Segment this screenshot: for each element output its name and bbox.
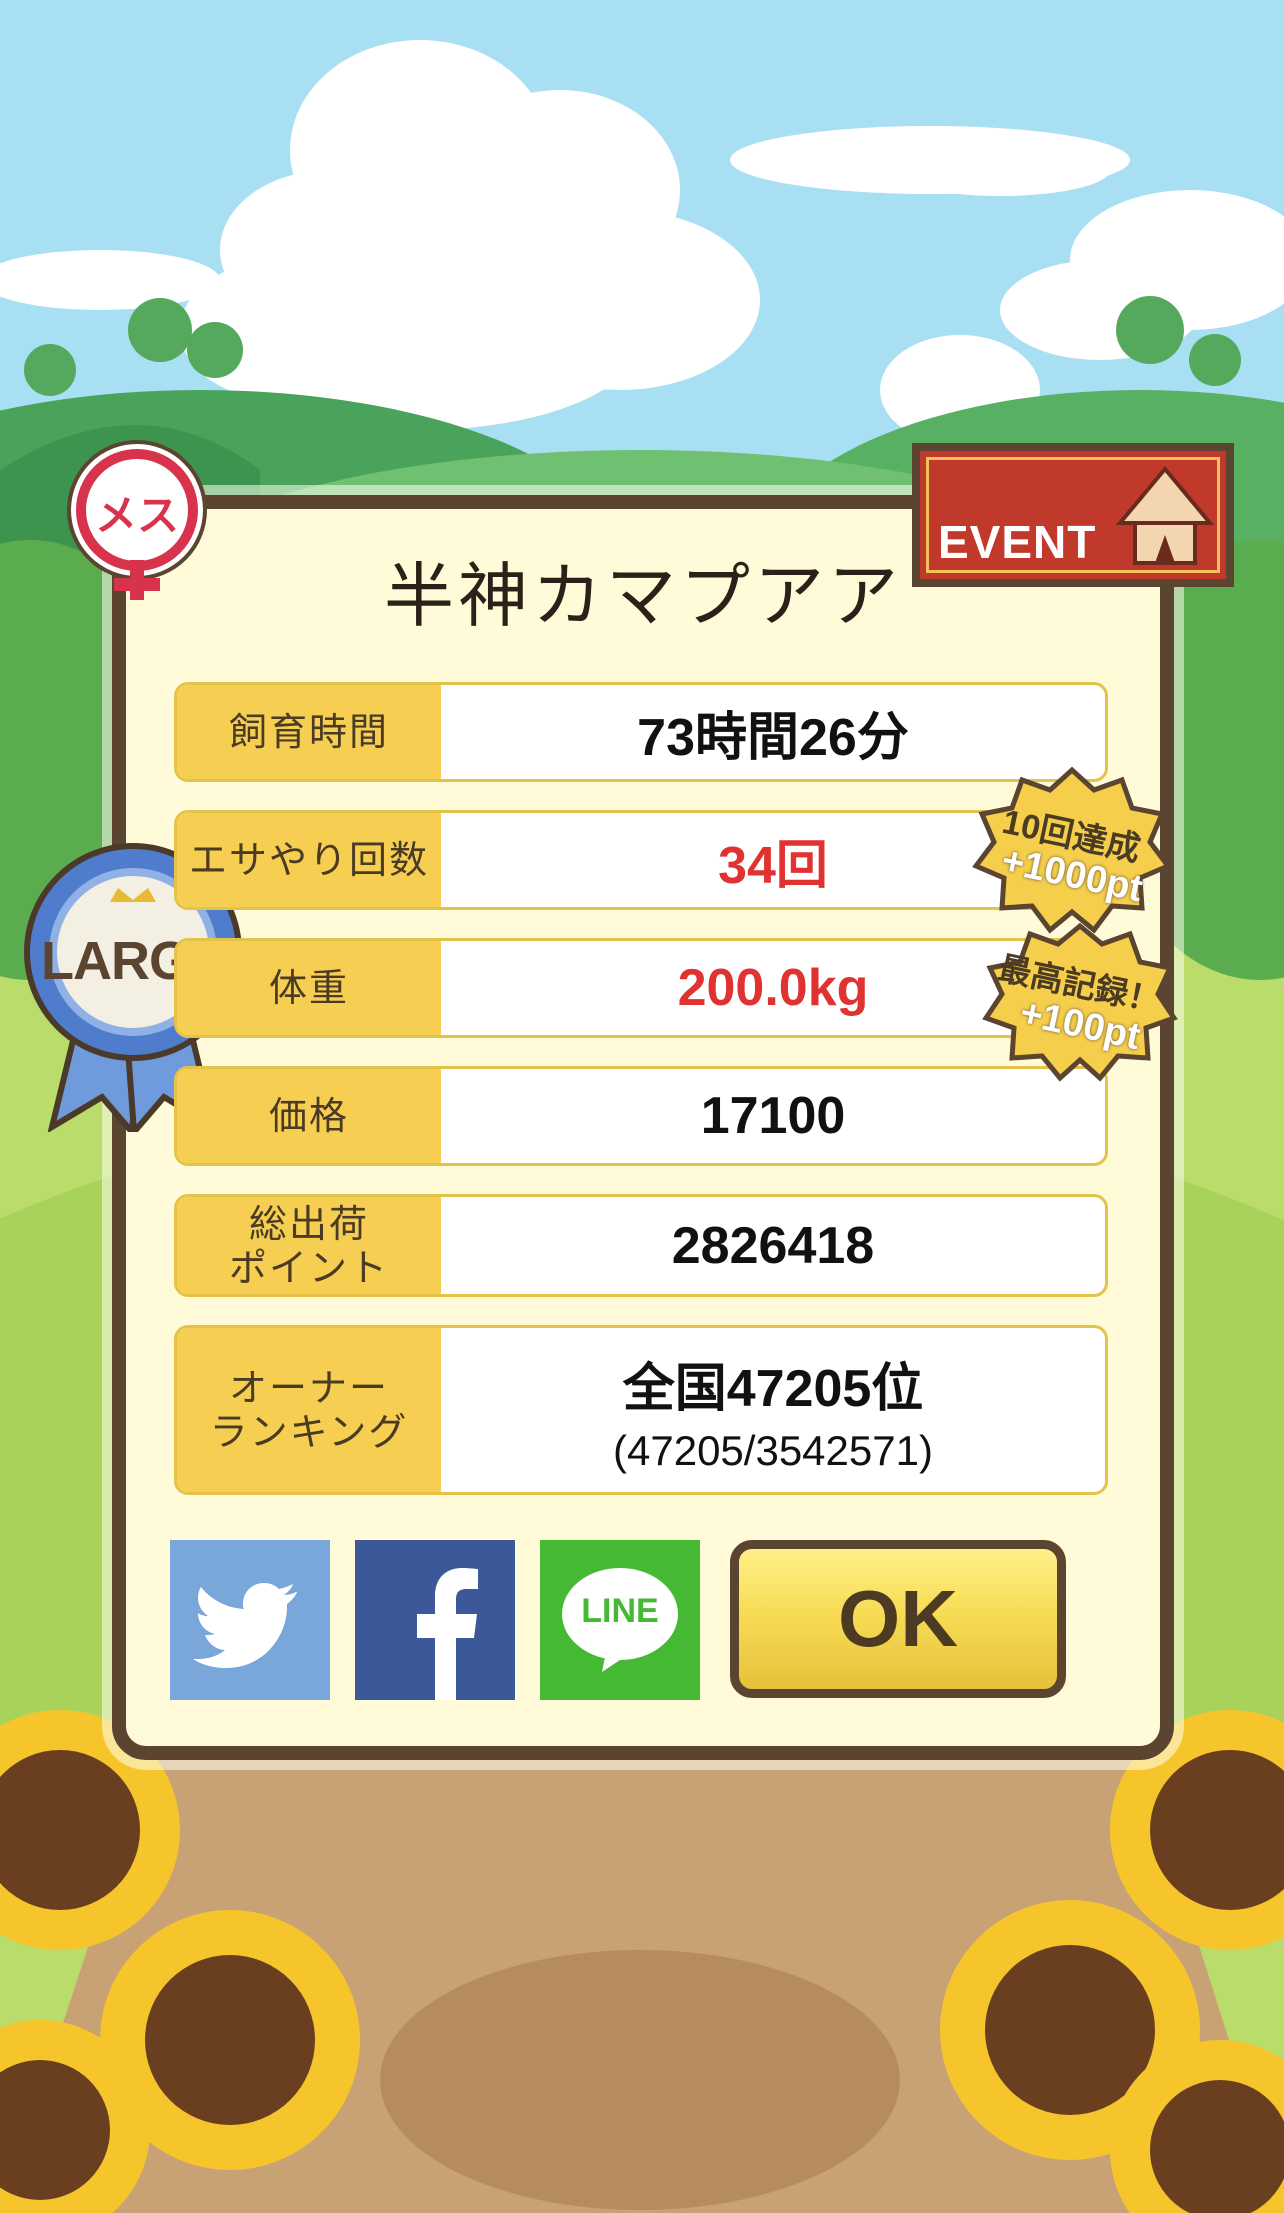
stat-value-text: 34回 (718, 836, 828, 895)
stat-row-total-points: 総出荷 ポイント 2826418 (174, 1194, 1108, 1297)
bonus-badge-feed: 10回達成 +1000pt (972, 766, 1172, 936)
ranking-detail: (47205/3542571) (613, 1426, 933, 1474)
stat-label: エサやり回数 (177, 813, 441, 907)
stat-row-owner-ranking: オーナー ランキング 全国47205位 (47205/3542571) (174, 1325, 1108, 1495)
facebook-f-icon (417, 1568, 478, 1700)
stat-value: 全国47205位 (47205/3542571) (441, 1328, 1105, 1492)
bonus-badge-record: 最高記録！ +100pt (982, 922, 1178, 1082)
stat-label: 体重 (177, 941, 441, 1035)
stat-label: 飼育時間 (177, 685, 441, 779)
twitter-bird-icon (193, 1583, 297, 1668)
stat-value-text: 200.0kg (677, 959, 869, 1017)
stat-label: 価格 (177, 1069, 441, 1163)
facebook-share-button[interactable] (355, 1540, 515, 1700)
stat-value-text: 17100 (700, 1087, 846, 1145)
ranking-value: 全国47205位 (622, 1359, 924, 1418)
stat-row-raising-time: 飼育時間 73時間26分 (174, 682, 1108, 782)
stat-row-price: 価格 17100 (174, 1066, 1108, 1166)
female-badge: メス (62, 440, 212, 605)
stat-value: 17100 (441, 1069, 1105, 1163)
stat-label: オーナー ランキング (177, 1328, 441, 1492)
line-share-button[interactable]: LINE (540, 1540, 700, 1700)
stat-row-feed-count: エサやり回数 34回 (174, 810, 1108, 910)
twitter-share-button[interactable] (170, 1540, 330, 1700)
stat-value: 73時間26分 (441, 685, 1105, 779)
stat-value-text: 2826418 (671, 1216, 875, 1275)
stat-value-text: 73時間26分 (637, 708, 909, 767)
stat-label: 総出荷 ポイント (177, 1197, 441, 1294)
stat-row-weight: 体重 200.0kg (174, 938, 1108, 1038)
circus-tent-icon (1115, 465, 1215, 565)
stat-value: 2826418 (441, 1197, 1105, 1294)
event-label: EVENT (938, 516, 1097, 568)
line-label: LINE (581, 1592, 659, 1630)
ok-button[interactable]: OK (730, 1540, 1066, 1698)
gender-label: メス (94, 491, 179, 540)
event-banner[interactable]: EVENT (912, 443, 1234, 587)
